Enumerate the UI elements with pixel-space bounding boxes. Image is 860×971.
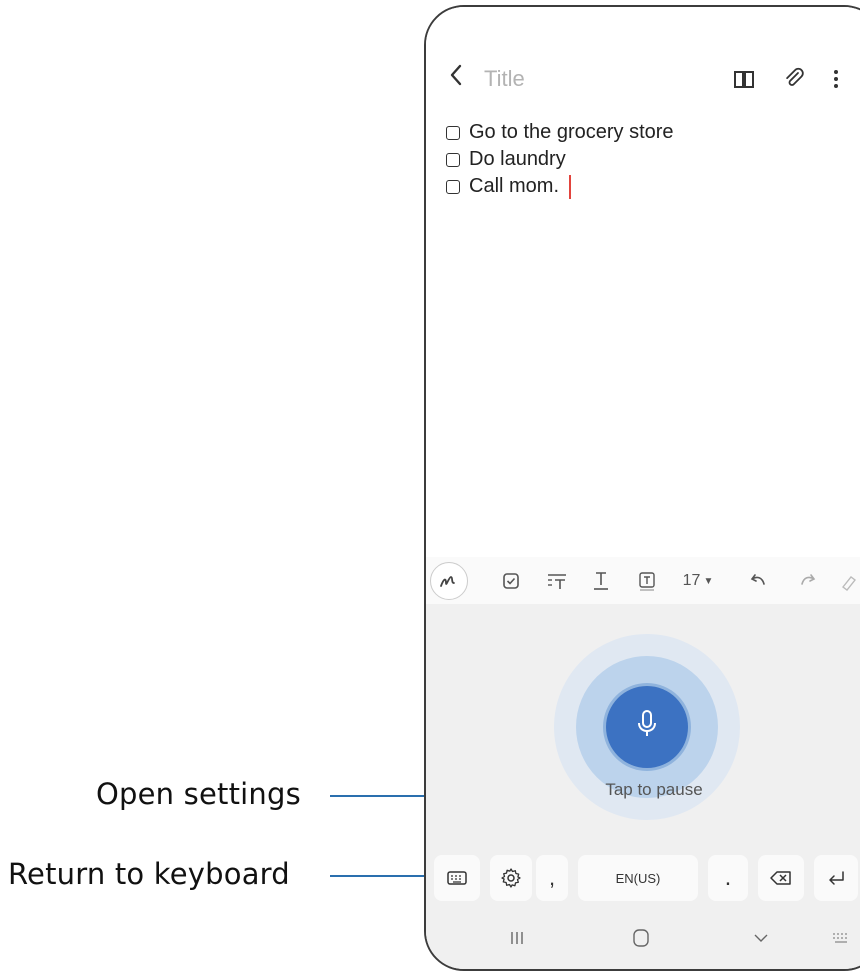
caret-down-icon: ▼ (703, 575, 714, 587)
return-to-keyboard-button[interactable] (434, 855, 480, 901)
back-down-icon[interactable] (746, 926, 776, 950)
gear-icon (501, 868, 521, 888)
settings-button[interactable] (490, 855, 532, 901)
chevron-left-icon[interactable] (448, 61, 464, 98)
note-header: Title (426, 61, 860, 97)
checkbox-icon[interactable] (446, 125, 460, 140)
enter-icon (829, 871, 844, 885)
microphone-button[interactable] (606, 686, 688, 768)
recents-icon[interactable] (502, 926, 532, 950)
eraser-icon[interactable] (834, 565, 860, 597)
home-icon[interactable] (626, 926, 656, 950)
more-vertical-icon[interactable] (824, 67, 848, 91)
note-title-input[interactable]: Title (484, 61, 525, 97)
note-editor[interactable]: Title Go to the grocery store Do laundry (426, 7, 860, 557)
formatting-toolbar: 17 ▼ (426, 557, 860, 604)
system-navigation-bar (426, 906, 860, 969)
book-icon[interactable] (732, 67, 756, 91)
pen-icon[interactable] (430, 562, 468, 600)
return-keyboard-callout: Return to keyboard (8, 857, 290, 891)
backspace-key[interactable] (758, 855, 804, 901)
checkbox-icon[interactable] (496, 565, 526, 597)
keyboard-grid-icon[interactable] (826, 926, 856, 950)
font-size-dropdown[interactable]: 17 ▼ (678, 565, 718, 597)
language-key-label: EN(US) (615, 870, 661, 886)
redo-icon[interactable] (792, 565, 822, 597)
return-keyboard-callout-line (330, 875, 432, 877)
checkbox-icon[interactable] (446, 179, 460, 194)
comma-key-label: , (548, 865, 556, 890)
open-settings-callout: Open settings (96, 777, 301, 811)
voice-status-text: Tap to pause (605, 780, 703, 799)
language-key[interactable]: EN(US) (578, 855, 698, 901)
text-cursor (569, 174, 572, 199)
voice-input-panel: Tap to pause (426, 604, 860, 884)
phone-frame: Title Go to the grocery store Do laundry (424, 5, 860, 971)
checklist: Go to the grocery store Do laundry Call … (446, 119, 674, 200)
undo-icon[interactable] (744, 565, 774, 597)
list-item-text: Go to the grocery store (469, 121, 674, 143)
period-key[interactable]: . (708, 855, 748, 901)
underline-icon[interactable] (586, 565, 616, 597)
text-box-icon[interactable] (632, 565, 662, 597)
list-item[interactable]: Do laundry (446, 146, 674, 173)
list-item-text: Do laundry (469, 148, 566, 170)
enter-key[interactable] (814, 855, 858, 901)
voice-keyboard-row: , EN(US) . (426, 850, 860, 906)
keyboard-icon (447, 871, 467, 885)
checkbox-icon[interactable] (446, 152, 460, 167)
list-item[interactable]: Go to the grocery store (446, 119, 674, 146)
paperclip-icon[interactable] (782, 67, 806, 91)
list-item-text: Call mom. (469, 175, 560, 197)
comma-key[interactable]: , (536, 855, 568, 901)
font-size-value: 17 (682, 572, 701, 589)
list-item[interactable]: Call mom. (446, 173, 674, 200)
backspace-icon (770, 871, 791, 885)
microphone-icon (632, 708, 662, 747)
period-key-label: . (724, 864, 732, 891)
text-spacing-icon[interactable] (542, 565, 572, 597)
